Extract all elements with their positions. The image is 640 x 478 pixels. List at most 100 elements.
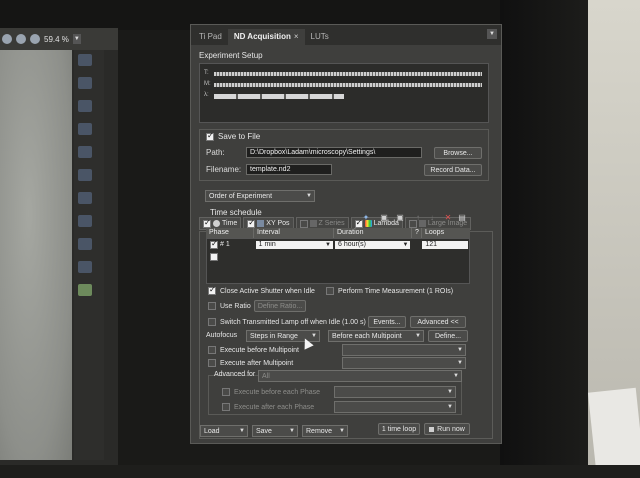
interval-cell[interactable]: 1 min ▼ (255, 241, 333, 249)
path-field[interactable]: D:\Dropbox\Ladam\microscopy\Settings\ (246, 147, 422, 158)
zoom-out-icon[interactable] (16, 34, 26, 44)
filename-field[interactable]: template.nd2 (246, 164, 332, 175)
zoom-in-icon[interactable] (2, 34, 12, 44)
define-autofocus-button[interactable]: Define... (428, 330, 468, 342)
tab-xy-pos-label: XY Pos (266, 220, 290, 227)
grid-icon (257, 220, 265, 227)
paste-icon[interactable]: ▣ (396, 214, 404, 222)
execute-before-multipoint-dropdown[interactable]: ▼ (342, 344, 466, 356)
chevron-down-icon: ▼ (239, 428, 245, 434)
image-canvas[interactable] (0, 50, 72, 460)
new-phase-checkbox[interactable] (210, 253, 218, 261)
interval-value: 1 min (258, 241, 276, 248)
monitor-bezel-bottom (0, 465, 640, 478)
timeline-label-t: T: (204, 70, 209, 76)
lut-tool-icon[interactable] (78, 54, 92, 66)
time-measurement-checkbox[interactable] (326, 287, 334, 295)
load-button[interactable]: Load ▼ (200, 425, 248, 437)
advanced-toggle-button[interactable]: Advanced << (410, 316, 466, 328)
zoom-fit-icon[interactable] (30, 34, 40, 44)
record-data-button[interactable]: Record Data... (424, 164, 482, 176)
measure-tool-icon[interactable] (78, 123, 92, 135)
execute-after-multipoint-option[interactable]: Execute after Multipoint (208, 359, 293, 367)
use-ratio-option[interactable]: Use Ratio (208, 302, 251, 310)
table-row[interactable]: # 1 1 min ▼ 6 hour(s) ▼ 121 (207, 239, 469, 250)
close-icon[interactable]: × (294, 32, 299, 41)
execute-after-phase-checkbox[interactable] (222, 403, 230, 411)
save-to-file-checkbox[interactable] (206, 131, 214, 141)
chevron-down-icon: ▼ (311, 333, 317, 339)
loops-cell[interactable]: 121 (422, 241, 468, 249)
filename-label: Filename: (206, 165, 242, 174)
advanced-for-dropdown[interactable]: All ▼ (258, 370, 462, 382)
define-ratio-button[interactable]: Define Ratio... (254, 300, 306, 312)
overlay-tool-icon[interactable] (78, 192, 92, 204)
layout-tool-icon[interactable] (78, 100, 92, 112)
tab-luts[interactable]: LUTs (305, 29, 335, 45)
events-button[interactable]: Events... (368, 316, 406, 328)
one-time-loop-button[interactable]: 1 time loop (378, 423, 420, 435)
chevron-down-icon: ▼ (339, 428, 345, 434)
remove-button[interactable]: Remove ▼ (302, 425, 348, 437)
z-series-checkbox[interactable] (299, 219, 308, 228)
close-shutter-checkbox[interactable] (208, 285, 216, 295)
switch-lamp-checkbox[interactable] (208, 318, 216, 326)
duration-cell[interactable]: 6 hour(s) ▼ (335, 241, 411, 249)
phase-checkbox[interactable] (210, 239, 218, 249)
tab-nd-acquisition[interactable]: ND Acquisition × (227, 29, 305, 45)
close-shutter-option[interactable]: Close Active Shutter when Idle (208, 285, 315, 295)
time-timeline-bar (214, 72, 482, 76)
xy-pos-checkbox[interactable] (247, 218, 256, 228)
execute-after-multipoint-dropdown[interactable]: ▼ (342, 357, 466, 369)
add-icon[interactable]: ✦ (362, 214, 370, 222)
zoom-dropdown-arrow[interactable]: ▼ (72, 34, 81, 44)
execute-after-phase-dropdown[interactable]: ▼ (334, 401, 456, 413)
autofocus-when-dropdown[interactable]: Before each Multipoint ▼ (328, 330, 424, 342)
text-tool-icon[interactable] (78, 238, 92, 250)
execute-before-phase-checkbox[interactable] (222, 388, 230, 396)
execute-before-multipoint-checkbox[interactable] (208, 346, 216, 354)
save-to-file-row[interactable]: Save to File (206, 131, 260, 141)
chevron-down-icon[interactable]: ▼ (325, 241, 331, 249)
move-up-icon[interactable]: ↑ (414, 214, 422, 222)
options-icon[interactable]: ▤ (458, 214, 466, 222)
grid-tool-icon[interactable] (78, 77, 92, 89)
execute-before-multipoint-option[interactable]: Execute before Multipoint (208, 346, 299, 354)
chevron-down-icon[interactable]: ▼ (402, 241, 408, 249)
time-checkbox[interactable] (203, 218, 211, 228)
execute-after-phase-label: Execute after each Phase (234, 403, 315, 411)
order-of-experiment-dropdown[interactable]: Order of Experiment ▼ (205, 190, 315, 202)
execute-before-multipoint-label: Execute before Multipoint (220, 346, 299, 354)
move-down-icon[interactable]: ↓ (428, 214, 436, 222)
duration-value: 6 hour(s) (338, 241, 367, 248)
tab-z-series-label: Z Series (318, 220, 345, 227)
tab-ti-pad[interactable]: Ti Pad (193, 29, 228, 45)
run-now-label: Run now (437, 425, 465, 433)
color-tool-icon[interactable] (78, 284, 92, 296)
use-ratio-checkbox[interactable] (208, 302, 216, 310)
execute-before-phase-label: Execute before each Phase (234, 388, 321, 396)
switch-lamp-option[interactable]: Switch Transmitted Lamp off when Idle (1… (208, 318, 366, 326)
flag-tool-icon[interactable] (78, 215, 92, 227)
z-stack-icon (309, 220, 317, 227)
chevron-down-icon: ▼ (306, 193, 312, 199)
panel-menu-icon[interactable]: ▼ (487, 29, 497, 39)
pin-tool-icon[interactable] (78, 261, 92, 273)
delete-icon[interactable]: ✕ (444, 214, 452, 222)
execute-before-phase-option[interactable]: Execute before each Phase (222, 388, 320, 396)
copy-icon[interactable]: ▣ (380, 214, 388, 222)
time-measurement-option[interactable]: Perform Time Measurement (1 ROIs) (326, 287, 453, 295)
experiment-timeline: T: M: λ: (199, 63, 489, 123)
multipoint-timeline-bar (214, 83, 482, 87)
browse-button[interactable]: Browse... (434, 147, 482, 159)
time-schedule-table: # 1 1 min ▼ 6 hour(s) ▼ 121 (206, 238, 470, 284)
execute-after-multipoint-checkbox[interactable] (208, 359, 216, 367)
save-button[interactable]: Save ▼ (252, 425, 298, 437)
run-now-button[interactable]: Run now (424, 423, 470, 435)
execute-before-phase-dropdown[interactable]: ▼ (334, 386, 456, 398)
crop-tool-icon[interactable] (78, 146, 92, 158)
autofocus-label-text: Autofocus (206, 332, 238, 339)
rotate-tool-icon[interactable] (78, 169, 92, 181)
phase-cell[interactable]: # 1 (207, 239, 255, 250)
execute-after-phase-option[interactable]: Execute after each Phase (222, 403, 314, 411)
